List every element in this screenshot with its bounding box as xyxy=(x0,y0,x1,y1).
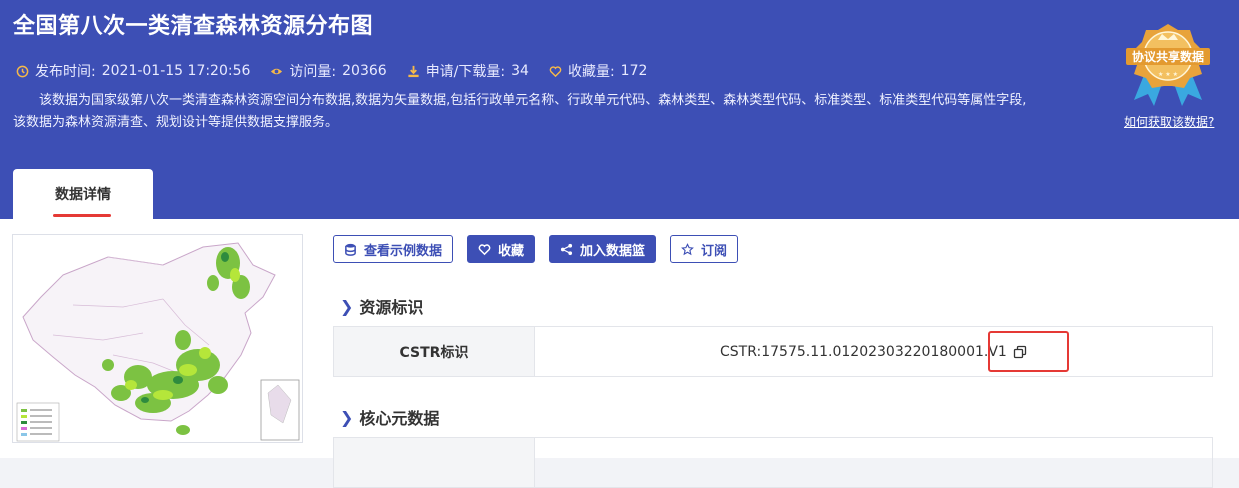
metadata-row xyxy=(333,437,1213,488)
metadata-value-cell xyxy=(535,438,1212,487)
subscribe-label: 订阅 xyxy=(701,243,728,259)
publish-time: 发布时间: 2021-01-15 17:20:56 xyxy=(16,61,250,81)
downloads-label: 申请/下载量: xyxy=(425,64,506,80)
section-resource-id: ❯ 资源标识 xyxy=(340,294,423,318)
meta-bar: 发布时间: 2021-01-15 17:20:56 访问量: 20366 申请/… xyxy=(16,61,647,81)
publish-label: 发布时间: xyxy=(35,64,96,80)
eye-icon xyxy=(271,68,283,74)
add-to-basket-button[interactable]: 加入数据篮 xyxy=(549,235,657,263)
add-basket-label: 加入数据篮 xyxy=(580,243,646,259)
cstr-value: CSTR:17575.11.01202303220180001.V1 xyxy=(720,343,1007,360)
view-sample-label: 查看示例数据 xyxy=(364,243,443,259)
section-resource-id-title: 资源标识 xyxy=(359,298,424,317)
heart-icon xyxy=(549,65,562,77)
share-badge: 协议共享数据 ★ ★ ★ xyxy=(1118,18,1218,108)
view-count: 访问量: 20366 xyxy=(270,61,387,81)
chevron-right-icon: ❯ xyxy=(340,296,354,316)
database-icon xyxy=(345,243,356,256)
view-sample-data-button[interactable]: 查看示例数据 xyxy=(333,235,454,263)
star-icon xyxy=(681,242,694,255)
dataset-description: 该数据为国家级第八次一类清查森林资源空间分布数据,数据为矢量数据,包括行政单元名… xyxy=(13,93,1027,130)
copy-highlight-box xyxy=(988,331,1069,372)
cstr-value-cell: CSTR:17575.11.01202303220180001.V1 xyxy=(535,327,1212,376)
badge-text: 协议共享数据 xyxy=(1132,49,1204,64)
china-forest-map-image xyxy=(13,235,302,442)
views-label: 访问量: xyxy=(289,64,337,80)
cstr-row: CSTR标识 CSTR:17575.11.01202303220180001.V… xyxy=(333,326,1213,377)
download-icon xyxy=(408,65,419,77)
clock-icon xyxy=(16,65,29,77)
page-header: 全国第八次一类清查森林资源分布图 发布时间: 2021-01-15 17:20:… xyxy=(0,0,1239,219)
how-to-get-data-link[interactable]: 如何获取该数据? xyxy=(1124,113,1214,130)
downloads-value: 34 xyxy=(511,63,529,79)
map-thumbnail[interactable] xyxy=(12,234,303,443)
svg-text:★ ★ ★: ★ ★ ★ xyxy=(1158,71,1178,78)
copy-icon[interactable] xyxy=(1013,345,1027,359)
section-core-meta-title: 核心元数据 xyxy=(359,409,440,428)
share-icon xyxy=(560,243,573,255)
tab-data-details[interactable]: 数据详情 xyxy=(13,169,153,219)
views-value: 20366 xyxy=(342,63,387,79)
favorites-value: 172 xyxy=(620,63,648,79)
cstr-label: CSTR标识 xyxy=(334,327,535,376)
badge-medal-icon: 协议共享数据 ★ ★ ★ xyxy=(1126,24,1210,106)
download-count: 申请/下载量: 34 xyxy=(407,61,529,81)
favorite-count: 收藏量: 172 xyxy=(549,61,647,81)
chevron-right-icon: ❯ xyxy=(340,407,354,427)
publish-value: 2021-01-15 17:20:56 xyxy=(101,63,251,79)
page-title: 全国第八次一类清查森林资源分布图 xyxy=(13,14,374,39)
favorite-button[interactable]: 收藏 xyxy=(467,235,536,263)
heart-icon xyxy=(478,243,491,255)
subscribe-button[interactable]: 订阅 xyxy=(670,235,739,263)
section-core-metadata: ❯ 核心元数据 xyxy=(340,405,439,429)
favorites-label: 收藏量: xyxy=(567,64,615,80)
favorite-label: 收藏 xyxy=(498,243,525,259)
action-buttons: 查看示例数据 收藏 加入数据篮 订阅 xyxy=(333,235,739,263)
metadata-label-cell xyxy=(334,438,535,487)
